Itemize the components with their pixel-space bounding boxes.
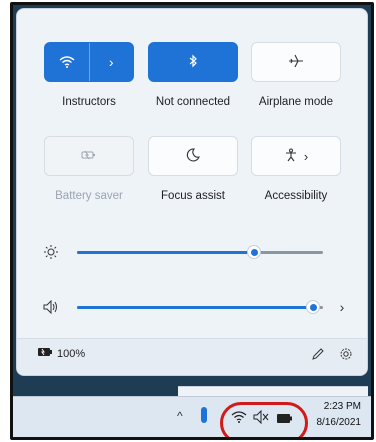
brightness-thumb[interactable] (247, 245, 261, 259)
clock-date[interactable]: 8/16/2021 (309, 417, 362, 428)
wifi-tile[interactable]: › (44, 42, 134, 82)
accessibility-icon (284, 148, 298, 165)
battery-saver-icon (81, 148, 97, 164)
microphone-icon[interactable] (201, 407, 207, 423)
brightness-fill (77, 251, 254, 254)
battery-saver-label: Battery saver (55, 190, 123, 202)
volume-track[interactable] (77, 300, 323, 314)
taskbar: ^ 2:23 PM 8/16/2021 (13, 396, 371, 437)
highlight-circle (220, 402, 308, 437)
airplane-icon (288, 54, 304, 71)
quick-settings-footer: 100% (17, 338, 367, 375)
volume-thumb[interactable] (306, 300, 320, 314)
wifi-tile-label: Instructors (62, 96, 116, 108)
brightness-track[interactable] (77, 245, 323, 259)
wifi-chevron-right-icon[interactable]: › (90, 43, 134, 81)
focus-assist-tile[interactable] (148, 136, 238, 176)
battery-saver-tile[interactable] (44, 136, 134, 176)
sun-icon (41, 243, 61, 261)
bluetooth-tile[interactable] (148, 42, 238, 82)
airplane-tile-label: Airplane mode (258, 96, 334, 108)
clock-time[interactable]: 2:23 PM (309, 401, 361, 412)
bluetooth-icon (188, 54, 198, 71)
accessibility-chevron-right-icon[interactable]: › (304, 149, 308, 164)
battery-status[interactable]: 100% (37, 347, 85, 360)
brightness-slider-row (41, 242, 351, 262)
accessibility-tile[interactable]: › (251, 136, 341, 176)
wifi-icon[interactable] (45, 43, 89, 81)
pencil-icon[interactable] (311, 347, 325, 361)
volume-fill (77, 306, 313, 309)
chevron-up-icon[interactable]: ^ (177, 409, 183, 423)
focus-assist-label: Focus assist (161, 190, 225, 202)
airplane-mode-tile[interactable] (251, 42, 341, 82)
speaker-icon[interactable] (41, 298, 61, 316)
volume-slider-row: › (41, 297, 351, 317)
battery-percent: 100% (57, 347, 86, 360)
moon-icon (186, 147, 200, 165)
gear-icon[interactable] (339, 347, 353, 361)
bluetooth-tile-label: Not connected (155, 96, 231, 108)
screen-frame: › Instructors Not connected Airplane mod… (10, 2, 374, 440)
accessibility-label: Accessibility (264, 190, 328, 202)
volume-chevron-right-icon[interactable]: › (333, 297, 351, 317)
battery-plug-icon (37, 347, 53, 360)
quick-settings-panel: › Instructors Not connected Airplane mod… (16, 8, 368, 376)
